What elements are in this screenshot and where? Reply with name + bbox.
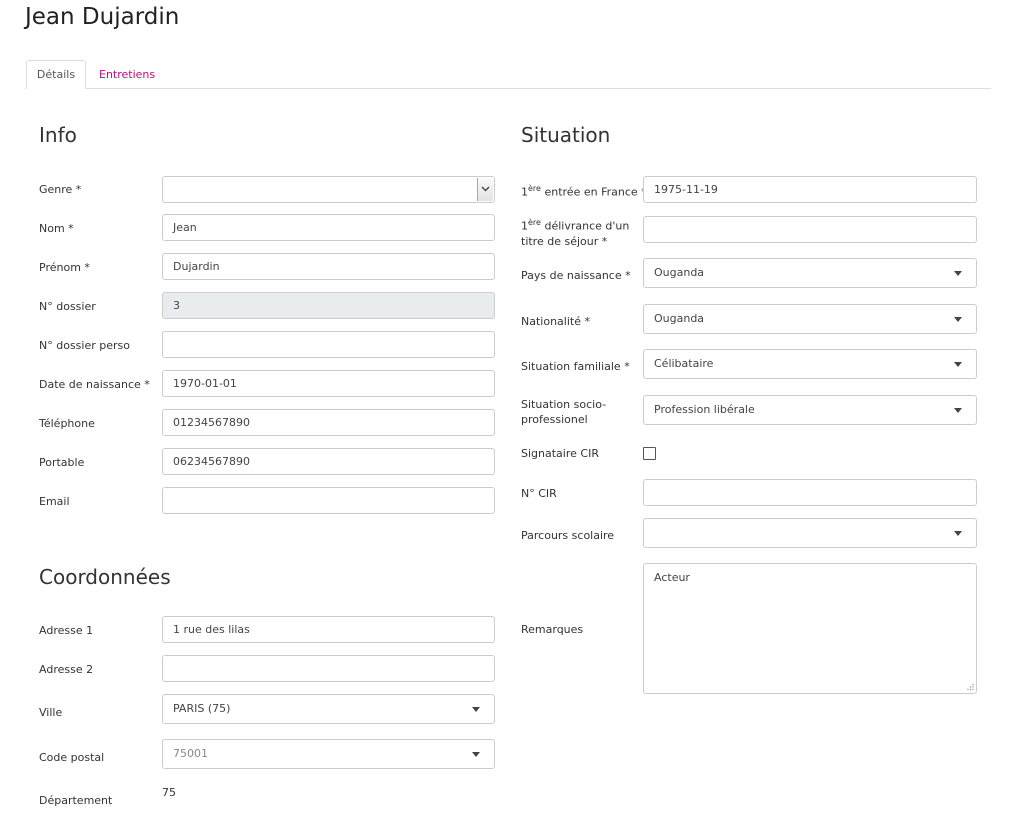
dossier-perso-input[interactable] — [162, 331, 495, 358]
caret-down-icon — [954, 362, 962, 367]
dossier-input: 3 — [162, 292, 495, 319]
pays-label: Pays de naissance * — [521, 269, 631, 282]
departement-label: Département — [39, 794, 113, 807]
cir-label: N° CIR — [521, 487, 557, 500]
caret-down-icon — [954, 408, 962, 413]
nationalite-label: Nationalité * — [521, 315, 590, 328]
departement-value: 75 — [162, 786, 176, 799]
page-title: Jean Dujardin — [25, 4, 180, 30]
parcours-select[interactable] — [643, 518, 977, 548]
pays-value: Ouganda — [654, 266, 705, 279]
caret-down-icon — [954, 317, 962, 322]
nom-label: Nom * — [39, 222, 74, 235]
remarques-textarea[interactable]: Acteur — [643, 563, 977, 694]
dossier-perso-label: N° dossier perso — [39, 339, 130, 352]
entree-input[interactable]: 1975-11-19 — [643, 176, 977, 203]
portable-label: Portable — [39, 456, 85, 469]
ville-value: PARIS (75) — [173, 702, 231, 715]
familiale-label: Situation familiale * — [521, 360, 630, 373]
nationalite-select[interactable]: Ouganda — [643, 304, 977, 334]
familiale-value: Célibataire — [654, 357, 714, 370]
genre-label: Genre * — [39, 183, 82, 196]
parcours-label: Parcours scolaire — [521, 529, 615, 542]
telephone-input[interactable]: 01234567890 — [162, 409, 495, 436]
delivrance-input[interactable] — [643, 216, 977, 243]
ville-label: Ville — [39, 706, 63, 719]
socio-select[interactable]: Profession libérale — [643, 395, 977, 425]
cir-input[interactable] — [643, 479, 977, 506]
naissance-label: Date de naissance * — [39, 378, 150, 391]
genre-select[interactable] — [162, 176, 495, 203]
adresse1-input[interactable]: 1 rue des lilas — [162, 616, 495, 643]
chevron-down-icon — [477, 178, 493, 201]
email-input[interactable] — [162, 487, 495, 514]
nationalite-value: Ouganda — [654, 312, 705, 325]
signataire-checkbox[interactable] — [643, 447, 656, 460]
remarques-value: Acteur — [654, 571, 690, 584]
ville-select[interactable]: PARIS (75) — [162, 694, 495, 724]
adresse2-label: Adresse 2 — [39, 663, 94, 676]
socio-value: Profession libérale — [654, 403, 755, 416]
familiale-select[interactable]: Célibataire — [643, 349, 977, 379]
info-section-title: Info — [39, 123, 77, 147]
caret-down-icon — [472, 707, 480, 712]
coordonnees-section-title: Coordonnées — [39, 565, 171, 589]
adresse2-input[interactable] — [162, 655, 495, 682]
caret-down-icon — [954, 271, 962, 276]
code-postal-select[interactable]: 75001 — [162, 739, 495, 769]
portable-input[interactable]: 06234567890 — [162, 448, 495, 475]
signataire-label: Signataire CIR — [521, 447, 599, 460]
tab-entretiens[interactable]: Entretiens — [86, 60, 168, 89]
entree-label: 1ère entrée en France * — [521, 184, 647, 199]
remarques-label: Remarques — [521, 623, 584, 636]
caret-down-icon — [954, 531, 962, 536]
nom-input[interactable]: Jean — [162, 214, 495, 241]
caret-down-icon — [472, 752, 480, 757]
delivrance-label: 1ère délivrance d'un titre de séjour * — [521, 218, 630, 248]
email-label: Email — [39, 495, 70, 508]
dossier-label: N° dossier — [39, 300, 96, 313]
code-postal-label: Code postal — [39, 751, 105, 764]
tab-bar-divider — [25, 88, 991, 89]
adresse1-label: Adresse 1 — [39, 624, 94, 637]
code-postal-value: 75001 — [173, 747, 208, 760]
telephone-label: Téléphone — [39, 417, 95, 430]
socio-label: Situation socio- professionel — [521, 398, 607, 426]
tab-details[interactable]: Détails — [26, 60, 86, 89]
prenom-label: Prénom * — [39, 261, 90, 274]
pays-select[interactable]: Ouganda — [643, 258, 977, 288]
situation-section-title: Situation — [521, 123, 611, 147]
prenom-input[interactable]: Dujardin — [162, 253, 495, 280]
naissance-input[interactable]: 1970-01-01 — [162, 370, 495, 397]
resize-grip-icon[interactable] — [966, 683, 974, 691]
